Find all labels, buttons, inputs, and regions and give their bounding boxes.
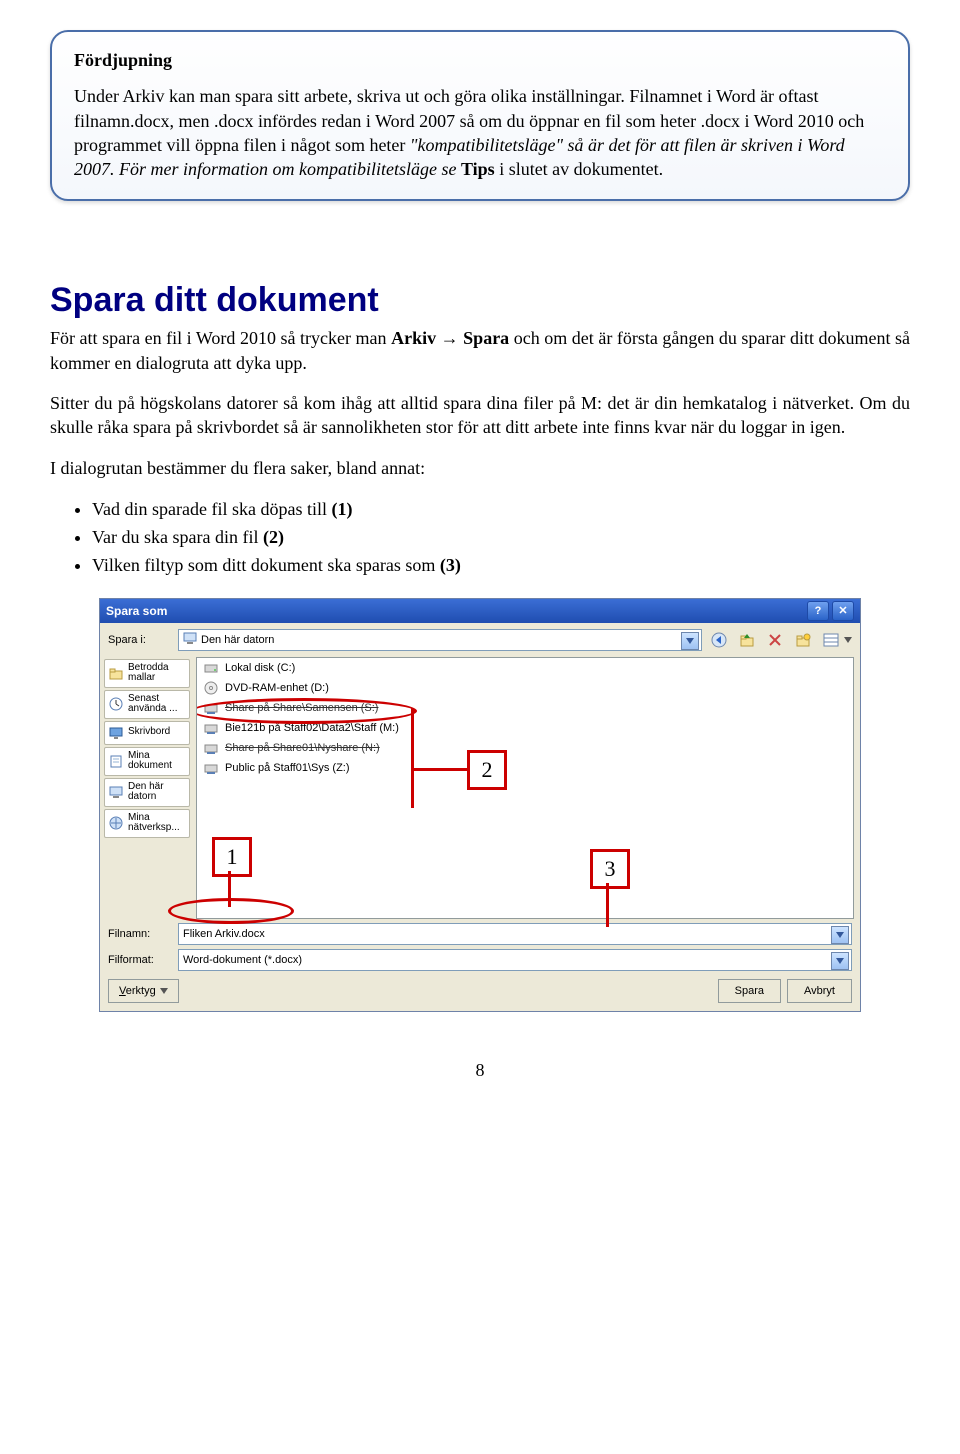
network-icon xyxy=(108,815,124,831)
views-button[interactable] xyxy=(820,629,842,651)
place-network[interactable]: Mina nätverksp... xyxy=(104,809,190,838)
network-drive-icon xyxy=(203,760,219,776)
chevron-down-icon[interactable] xyxy=(681,632,699,650)
bullet-item: Vilken filtyp som ditt dokument ska spar… xyxy=(92,552,910,580)
filename-input[interactable]: Fliken Arkiv.docx xyxy=(178,923,852,945)
save-as-dialog: Spara som ? ✕ Spara i: Den här datorn xyxy=(99,598,861,1012)
filetype-dropdown[interactable]: Word-dokument (*.docx) xyxy=(178,949,852,971)
paragraph-2: Sitter du på högskolans datorer så kom i… xyxy=(50,391,910,440)
dialog-title: Spara som xyxy=(106,604,167,618)
page-number: 8 xyxy=(50,1060,910,1081)
save-in-label: Spara i: xyxy=(108,634,172,646)
infobox: Fördjupning Under Arkiv kan man spara si… xyxy=(50,30,910,201)
computer-icon xyxy=(108,784,124,800)
section-heading: Spara ditt dokument xyxy=(50,281,910,320)
place-my-documents[interactable]: Mina dokument xyxy=(104,747,190,776)
place-recent[interactable]: Senast använda ... xyxy=(104,690,190,719)
place-trusted-templates[interactable]: Betrodda mallar xyxy=(104,659,190,688)
save-in-value: Den här datorn xyxy=(201,634,274,646)
drive-row[interactable]: Lokal disk (C:) xyxy=(197,658,853,678)
save-in-dropdown[interactable]: Den här datorn xyxy=(178,629,702,651)
bullet-item: Var du ska spara din fil (2) xyxy=(92,524,910,552)
drive-row[interactable]: Share på Share01\Nyshare (N:) xyxy=(197,738,853,758)
network-drive-icon xyxy=(203,700,219,716)
disk-icon xyxy=(203,660,219,676)
drive-row-highlighted[interactable]: Bie121b på Staff02\Data2\Staff (M:) xyxy=(197,718,853,738)
folder-icon xyxy=(108,665,124,681)
computer-icon xyxy=(183,631,197,648)
place-this-computer[interactable]: Den här datorn xyxy=(104,778,190,807)
chevron-down-icon[interactable] xyxy=(831,926,849,944)
chevron-down-icon xyxy=(844,634,852,646)
filename-label: Filnamn: xyxy=(108,928,172,940)
paragraph-3: I dialogrutan bestämmer du flera saker, … xyxy=(50,456,910,480)
dialog-titlebar: Spara som ? ✕ xyxy=(100,599,860,623)
filename-value: Fliken Arkiv.docx xyxy=(183,928,265,940)
drive-row[interactable]: DVD-RAM-enhet (D:) xyxy=(197,678,853,698)
close-button[interactable]: ✕ xyxy=(832,601,854,621)
new-folder-button[interactable] xyxy=(792,629,814,651)
documents-icon xyxy=(108,753,124,769)
drive-row[interactable]: Share på Share\Samensen (S:) xyxy=(197,698,853,718)
tools-button[interactable]: Verktyg xyxy=(108,979,179,1003)
infobox-body: Under Arkiv kan man spara sitt arbete, s… xyxy=(74,84,886,181)
save-button[interactable]: Spara xyxy=(718,979,781,1003)
paragraph-1: För att spara en fil i Word 2010 så tryc… xyxy=(50,326,910,375)
desktop-icon xyxy=(108,725,124,741)
drive-row[interactable]: Public på Staff01\Sys (Z:) xyxy=(197,758,853,778)
file-list[interactable]: Lokal disk (C:) DVD-RAM-enhet (D:) Share… xyxy=(196,657,854,919)
filetype-label: Filformat: xyxy=(108,954,172,966)
save-in-row: Spara i: Den här datorn xyxy=(100,623,860,657)
chevron-down-icon[interactable] xyxy=(831,952,849,970)
dvd-icon xyxy=(203,680,219,696)
delete-button[interactable] xyxy=(764,629,786,651)
infobox-title: Fördjupning xyxy=(74,48,886,72)
bullets-list: Vad din sparade fil ska döpas till (1) V… xyxy=(80,496,910,580)
filetype-value: Word-dokument (*.docx) xyxy=(183,954,302,966)
back-button[interactable] xyxy=(708,629,730,651)
bullet-item: Vad din sparade fil ska döpas till (1) xyxy=(92,496,910,524)
network-drive-icon xyxy=(203,720,219,736)
help-button[interactable]: ? xyxy=(807,601,829,621)
recent-icon xyxy=(108,696,124,712)
place-desktop[interactable]: Skrivbord xyxy=(104,721,190,745)
up-one-level-button[interactable] xyxy=(736,629,758,651)
network-drive-icon xyxy=(203,740,219,756)
cancel-button[interactable]: Avbryt xyxy=(787,979,852,1003)
places-bar: Betrodda mallar Senast använda ... Skriv… xyxy=(100,657,194,919)
